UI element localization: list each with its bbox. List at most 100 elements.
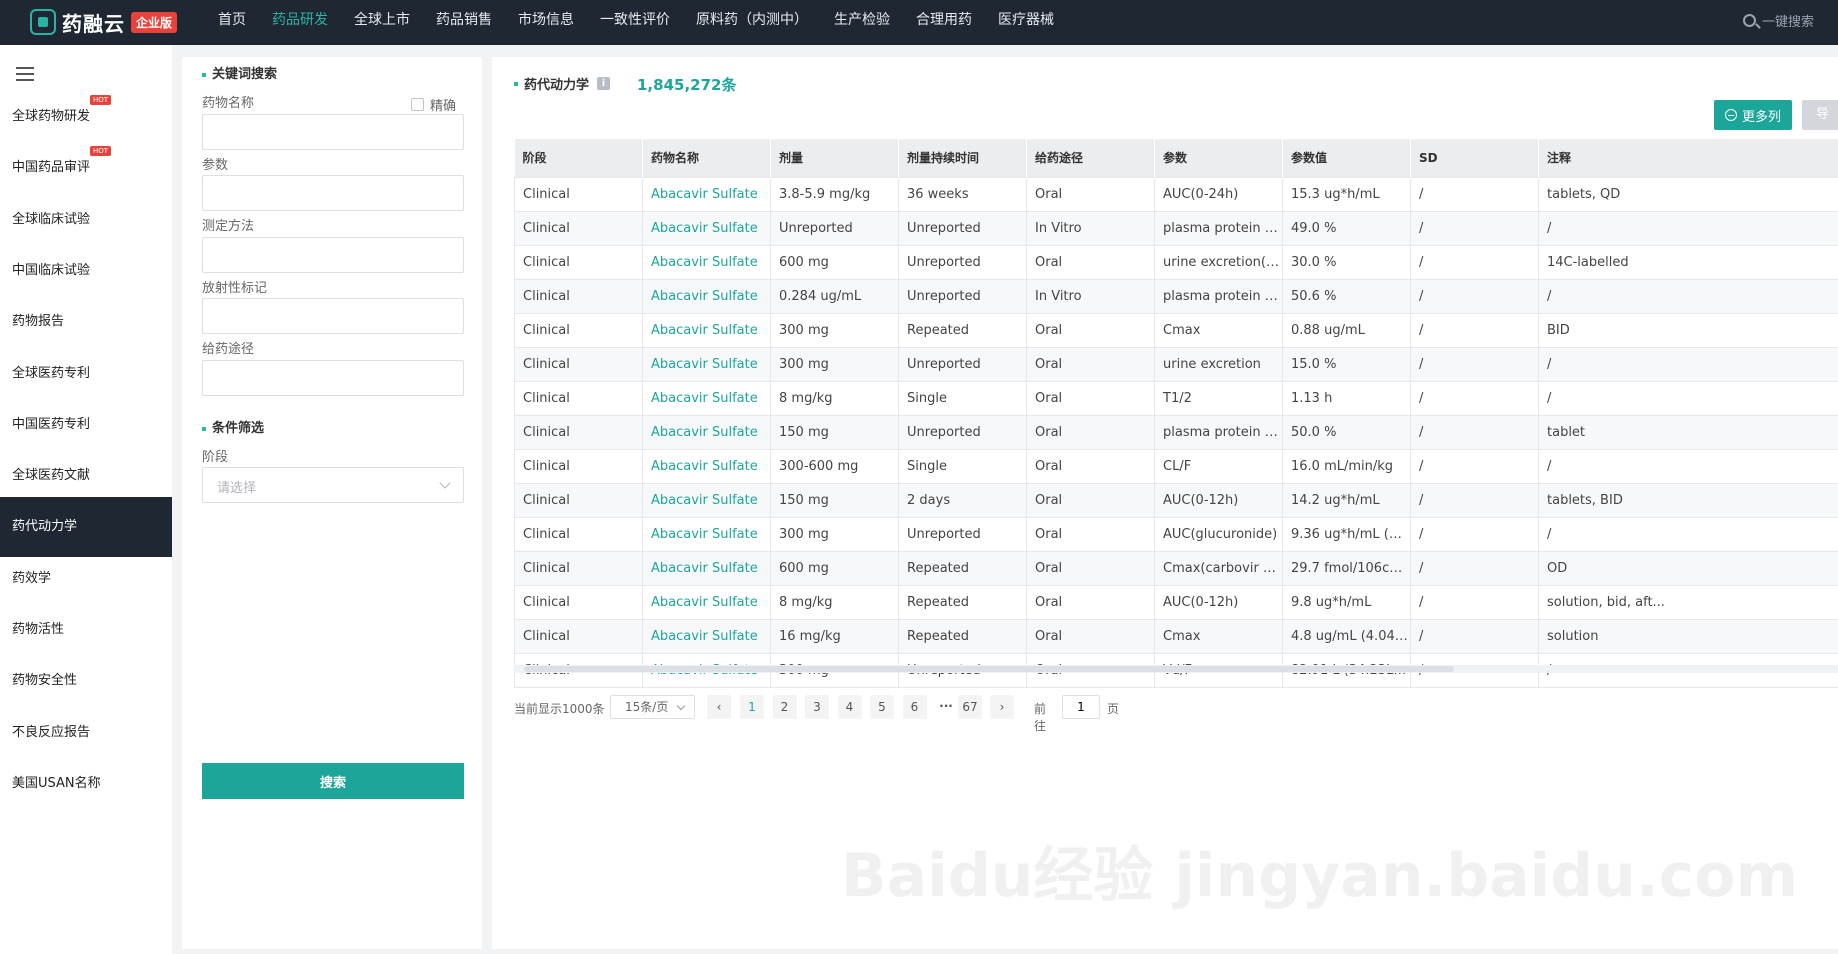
drug-name-link[interactable]: Abacavir Sulfate [642,448,771,484]
table-cell: 16.0 mL/min/kg [1282,448,1411,484]
goto-page-input[interactable] [1062,695,1100,719]
table-cell: Oral [1026,584,1155,620]
next-page-button[interactable]: › [990,695,1014,719]
drug-name-link[interactable]: Abacavir Sulfate [642,176,771,212]
nav-item-8[interactable]: 合理用药 [903,0,985,45]
results-panel: 药代动力学 i 1,845,272条 更多列 导 阶段 药物名称 剂量 剂量持续时间给… [492,57,1838,949]
table-cell: Oral [1026,380,1155,416]
column-header[interactable]: SD [1410,139,1539,177]
table-cell: 14C-labelled [1538,244,1838,280]
stage-select[interactable]: 请选择 [202,467,464,503]
table-row[interactable]: Clinical Abacavir Sulfate 300-600 mg Single… [514,448,1838,484]
route-input[interactable] [202,360,464,396]
nav-item-6[interactable]: 原料药（内测中） [683,0,821,45]
horizontal-scrollbar[interactable] [514,665,1838,673]
column-header[interactable]: 剂量持续时间 [898,139,1027,177]
page-button-3[interactable]: 3 [805,695,829,719]
table-cell: / [1410,618,1539,654]
drug-name-link[interactable]: Abacavir Sulfate [642,278,771,314]
drug-name-link[interactable]: Abacavir Sulfate [642,482,771,518]
nav-item-1[interactable]: 药品研发 [259,0,341,45]
nav-item-9[interactable]: 医疗器械 [985,0,1067,45]
table-row[interactable]: Clinical Abacavir Sulfate 300 mg Repeated Or… [514,312,1838,348]
column-header[interactable]: 给药途径 [1026,139,1155,177]
scrollbar-thumb[interactable] [524,666,1454,672]
table-cell: Clinical [514,312,643,348]
brand-logo[interactable]: 药融云 企业版 [30,6,178,38]
menu-icon[interactable] [16,67,34,81]
table-cell: Clinical [514,448,643,484]
chevron-down-icon [676,701,686,711]
param-input[interactable] [202,175,464,211]
nav-item-5[interactable]: 一致性评价 [587,0,683,45]
drug-name-link[interactable]: Abacavir Sulfate [642,380,771,416]
drug-name-link[interactable]: Abacavir Sulfate [642,584,771,620]
table-cell: In Vitro [1026,278,1155,314]
export-button[interactable]: 导 [1802,100,1838,130]
results-title: 药代动力学 i [514,74,611,93]
column-header[interactable]: 参数值 [1282,139,1411,177]
column-header[interactable]: 参数 [1154,139,1283,177]
nav-item-0[interactable]: 首页 [205,0,259,45]
table-row[interactable]: Clinical Abacavir Sulfate 16 mg/kg Repeated… [514,618,1838,654]
table-cell: BID [1538,312,1838,348]
nav-item-7[interactable]: 生产检验 [821,0,903,45]
table-cell: / [1410,312,1539,348]
page-size-select[interactable]: 15条/页 [610,695,695,719]
drug-name-link[interactable]: Abacavir Sulfate [642,516,771,552]
page-button-1[interactable]: 1 [740,695,764,719]
table-cell: urine excretion [1154,346,1283,382]
table-row[interactable]: Clinical Abacavir Sulfate 600 mg Unreported… [514,244,1838,280]
nav-item-4[interactable]: 市场信息 [505,0,587,45]
search-button[interactable]: 搜索 [202,763,464,799]
table-cell: solution, bid, aft... [1538,584,1838,620]
table-cell: Unreported [898,210,1027,246]
table-row[interactable]: Clinical Abacavir Sulfate 150 mg 2 days Oral… [514,482,1838,518]
table-row[interactable]: Clinical Abacavir Sulfate 8 mg/kg Single Ora… [514,380,1838,416]
method-input[interactable] [202,237,464,273]
quick-search[interactable]: 一键搜索 [1742,11,1814,30]
drug-name-link[interactable]: Abacavir Sulfate [642,550,771,586]
table-cell: 8 mg/kg [770,380,899,416]
drug-name-link[interactable]: Abacavir Sulfate [642,210,771,246]
more-columns-button[interactable]: 更多列 [1714,100,1792,130]
pagination-total: 当前显示1000条 [514,702,605,716]
page-button-last[interactable]: 67 [958,695,982,719]
table-cell: Repeated [898,550,1027,586]
column-header[interactable]: 阶段 [514,139,643,177]
page-button-6[interactable]: 6 [902,695,927,719]
info-icon[interactable]: i [597,77,611,90]
table-cell: 300-600 mg [770,448,899,484]
prev-page-button[interactable]: ‹ [707,695,731,719]
nav-item-3[interactable]: 药品销售 [423,0,505,45]
drug-name-link[interactable]: Abacavir Sulfate [642,312,771,348]
column-header[interactable]: 剂量 [770,139,899,177]
table-row[interactable]: Clinical Abacavir Sulfate 150 mg Unreported… [514,414,1838,450]
drug-name-input[interactable] [202,114,464,150]
table-cell: Unreported [770,210,899,246]
table-row[interactable]: Clinical Abacavir Sulfate 3.8-5.9 mg/kg 36 … [514,176,1838,212]
column-header[interactable]: 注释 [1538,139,1838,177]
nav-item-2[interactable]: 全球上市 [341,0,423,45]
radiolabel-input[interactable] [202,298,464,334]
page-button-5[interactable]: 5 [870,695,894,719]
table-cell: 600 mg [770,244,899,280]
sidebar: 全球药物研发 HOT 中国药品审评 HOT 全球临床试验 中国临床试验 药物报告 全球医药专利… [0,45,172,954]
drug-name-link[interactable]: Abacavir Sulfate [642,618,771,654]
page-button-2[interactable]: 2 [772,695,797,719]
drug-name-link[interactable]: Abacavir Sulfate [642,346,771,382]
column-header[interactable]: 药物名称 [642,139,771,177]
drug-name-link[interactable]: Abacavir Sulfate [642,414,771,450]
pagination-ellipsis[interactable]: ··· [936,695,956,717]
exact-checkbox[interactable]: 精确 [411,95,456,114]
table-row[interactable]: ClinicalAbacavir Sulfate300 mgUnreported… [514,516,1838,552]
table-row[interactable]: Clinical Abacavir Sulfate 600 mg Repeated Or… [514,550,1838,586]
drug-name-link[interactable]: Abacavir Sulfate [642,244,771,280]
table-row[interactable]: ClinicalAbacavir Sulfate300 mgUnreported… [514,346,1838,382]
sidebar-item-13[interactable]: 美国USAN名称 [0,754,172,814]
table-row[interactable]: Clinical Abacavir Sulfate 8 mg/kg Repeated O… [514,584,1838,620]
goto-label: 前往 [1034,702,1047,733]
table-row[interactable]: Clinical Abacavir Sulfate Unreported Unrepo… [514,210,1838,246]
table-row[interactable]: Clinical Abacavir Sulfate 0.284 ug/mL Unrep… [514,278,1838,314]
page-button-4[interactable]: 4 [837,695,862,719]
